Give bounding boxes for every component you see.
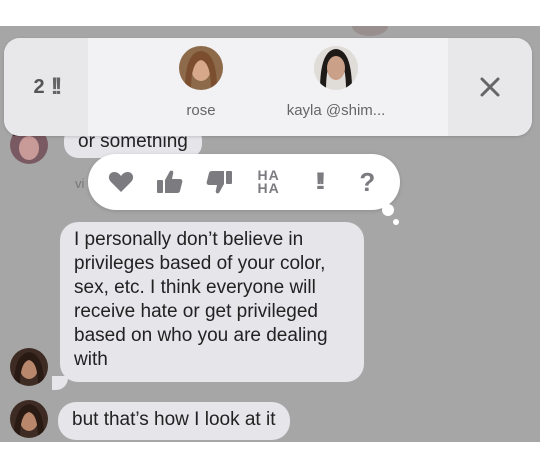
close-icon <box>480 77 500 97</box>
double-exclamation-icon: !! <box>50 73 63 100</box>
sender-avatar <box>10 400 48 438</box>
message-text: I personally don’t believe in privileges… <box>74 229 328 370</box>
reactor-kayla[interactable]: kayla @shim... <box>276 46 396 119</box>
thumbs-down-icon <box>206 171 233 194</box>
avatar <box>314 46 358 90</box>
double-exclamation-icon: !! <box>314 168 326 195</box>
chat-screen: or something vi I personally don’t belie… <box>0 26 540 442</box>
thumbs-up-icon <box>156 170 183 193</box>
tapback-pointer-dot <box>382 204 394 216</box>
haha-reaction-button[interactable]: HA HA <box>249 162 289 202</box>
avatar <box>179 46 223 90</box>
reactor-rose[interactable]: rose <box>141 46 261 119</box>
close-button[interactable] <box>448 38 532 136</box>
tapback-picker: HA HA !! ? <box>88 154 400 210</box>
question-mark-icon: ? <box>359 166 376 197</box>
message-text: but that’s how I look at it <box>72 409 276 430</box>
sender-avatar <box>10 348 48 386</box>
question-reaction-button[interactable]: ? <box>347 162 387 202</box>
thumbs-up-reaction-button[interactable] <box>150 162 190 202</box>
bubble-tail <box>52 376 68 390</box>
emphasize-reaction-button[interactable]: !! <box>298 162 338 202</box>
reaction-details-panel: 2 !! rose kayla @shim... <box>4 38 532 136</box>
heart-reaction-button[interactable] <box>101 162 141 202</box>
message-meta-text: vi <box>75 176 85 191</box>
reaction-count-tab[interactable]: 2 !! <box>4 38 88 136</box>
heart-icon <box>108 172 133 192</box>
reactor-name: kayla @shim... <box>286 102 386 119</box>
thumbs-down-reaction-button[interactable] <box>199 162 239 202</box>
haha-icon: HA HA <box>257 167 280 196</box>
partial-avatar <box>352 26 388 36</box>
reaction-count: 2 <box>33 75 45 98</box>
reactor-name: rose <box>186 102 216 119</box>
tapback-pointer-dot <box>393 219 399 225</box>
message-bubble-selected[interactable]: I personally don’t believe in privileges… <box>60 222 364 382</box>
message-bubble[interactable]: but that’s how I look at it <box>58 402 290 440</box>
